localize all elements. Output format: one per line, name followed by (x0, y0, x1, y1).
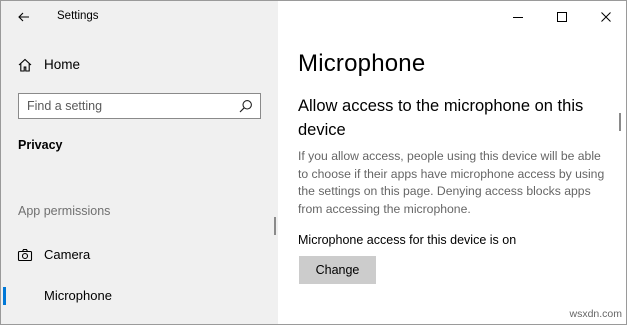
sidebar-item-camera[interactable]: Camera (1, 241, 278, 269)
maximize-button[interactable] (540, 1, 584, 33)
title-bar: Settings (1, 1, 278, 33)
back-button[interactable] (9, 5, 39, 29)
window-controls (496, 1, 626, 33)
section-title-privacy: Privacy (18, 138, 63, 152)
home-icon (18, 58, 32, 72)
sidebar-item-microphone[interactable]: Microphone (1, 282, 278, 310)
nav-home[interactable]: Home (1, 52, 278, 78)
watermark: wsxdn.com (569, 308, 622, 320)
search-input[interactable] (19, 94, 229, 118)
search-icon[interactable] (239, 99, 253, 113)
sidebar-scrollbar[interactable] (274, 217, 276, 235)
back-arrow-icon (18, 12, 29, 22)
main-scrollbar[interactable] (619, 113, 621, 131)
description-text: If you allow access, people using this d… (298, 149, 605, 216)
settings-window: Settings Home Privacy App permissions Ca… (0, 0, 627, 325)
sidebar-item-label: Microphone (44, 288, 112, 303)
maximize-icon (557, 12, 567, 22)
search-box[interactable] (18, 93, 261, 119)
minimize-icon (513, 17, 523, 18)
minimize-button[interactable] (496, 1, 540, 33)
section-heading: Allow access to the microphone on this d… (298, 97, 584, 139)
camera-icon (17, 248, 33, 262)
page-title: Microphone (298, 50, 426, 77)
close-button[interactable] (584, 1, 626, 33)
close-icon (601, 12, 611, 22)
access-status-text: Microphone access for this device is on (298, 233, 517, 247)
selected-indicator (3, 287, 6, 305)
app-title: Settings (57, 10, 99, 22)
group-label-app-permissions: App permissions (18, 204, 111, 218)
main-content: Microphone Allow access to the microphon… (278, 1, 626, 324)
nav-home-label: Home (44, 57, 81, 72)
change-button[interactable]: Change (299, 256, 376, 284)
sidebar: Settings Home Privacy App permissions Ca… (1, 1, 278, 324)
sidebar-item-label: Camera (44, 247, 91, 262)
